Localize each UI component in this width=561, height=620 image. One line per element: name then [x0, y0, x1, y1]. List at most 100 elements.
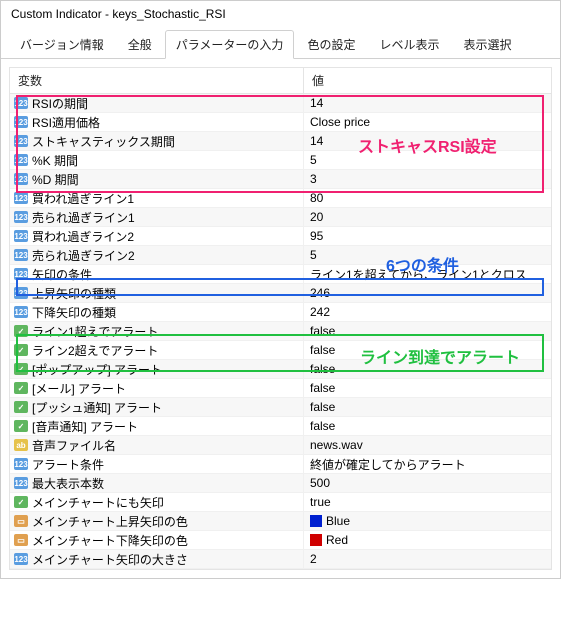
param-value-cell[interactable]: Blue	[304, 514, 551, 528]
param-value-cell[interactable]: Red	[304, 533, 551, 547]
param-name: 買われ過ぎライン2	[32, 228, 134, 245]
param-row[interactable]: ab 音声ファイル名 news.wav	[10, 436, 551, 455]
param-name: メインチャート下降矢印の色	[32, 532, 188, 549]
param-name: %K 期間	[32, 152, 78, 169]
param-value: Red	[326, 533, 348, 547]
param-row[interactable]: 123RSI適用価格Close price	[10, 113, 551, 132]
param-value: 2	[310, 552, 317, 566]
param-name: メインチャートにも矢印	[32, 494, 164, 511]
param-value-cell[interactable]: 20	[304, 210, 551, 224]
param-value-cell[interactable]: 80	[304, 191, 551, 205]
param-row[interactable]: 123 売られ過ぎライン1 20	[10, 208, 551, 227]
param-value-cell[interactable]: false	[304, 400, 551, 414]
param-row[interactable]: 123矢印の条件ライン1を超えてから、ライン1とクロス	[10, 265, 551, 284]
param-row[interactable]: 123売られ過ぎライン25	[10, 246, 551, 265]
param-value-cell[interactable]: news.wav	[304, 438, 551, 452]
string-icon: ab	[14, 439, 28, 451]
param-row[interactable]: 123上昇矢印の種類246	[10, 284, 551, 303]
param-name: 売られ過ぎライン1	[32, 209, 135, 226]
param-value-cell[interactable]: false	[304, 419, 551, 433]
param-row[interactable]: ✓[ポップアップ] アラートfalse	[10, 360, 551, 379]
tab-1[interactable]: 全般	[117, 30, 163, 59]
param-row[interactable]: 123RSIの期間14	[10, 94, 551, 113]
param-row[interactable]: ▭メインチャート下降矢印の色Red	[10, 531, 551, 550]
param-value: 14	[310, 134, 323, 148]
param-name: 最大表示本数	[32, 475, 104, 492]
param-name: 下降矢印の種類	[32, 304, 116, 321]
number-icon: 123	[14, 477, 28, 489]
param-value-cell[interactable]: Close price	[304, 115, 551, 129]
param-value-cell[interactable]: 500	[304, 476, 551, 490]
param-row[interactable]: 123ストキャスティックス期間14	[10, 132, 551, 151]
param-name: RSIの期間	[32, 95, 88, 112]
param-value-cell[interactable]: 終値が確定してからアラート	[304, 456, 551, 473]
param-row[interactable]: ✓[メール] アラートfalse	[10, 379, 551, 398]
parameter-grid: 変数 値 123RSIの期間14123RSI適用価格Close price123…	[9, 67, 552, 570]
param-value: 5	[310, 153, 317, 167]
param-value-cell[interactable]: 5	[304, 153, 551, 167]
param-row[interactable]: ✓メインチャートにも矢印true	[10, 493, 551, 512]
param-value-cell[interactable]: false	[304, 324, 551, 338]
bool-icon: ✓	[14, 382, 28, 394]
param-value-cell[interactable]: 3	[304, 172, 551, 186]
param-value-cell[interactable]: 242	[304, 305, 551, 319]
color-swatch	[310, 515, 322, 527]
param-value-cell[interactable]: false	[304, 381, 551, 395]
param-value: false	[310, 381, 335, 395]
param-row[interactable]: ✓ ライン1超えでアラート false	[10, 322, 551, 341]
param-value-cell[interactable]: 5	[304, 248, 551, 262]
param-name: [ポップアップ] アラート	[32, 361, 162, 378]
param-value: 246	[310, 286, 330, 300]
param-value-cell[interactable]: ライン1を超えてから、ライン1とクロス	[304, 266, 551, 283]
param-row[interactable]: 123下降矢印の種類242	[10, 303, 551, 322]
param-value: ライン1を超えてから、ライン1とクロス	[310, 266, 527, 283]
param-value: false	[310, 362, 335, 376]
param-row[interactable]: ▭メインチャート上昇矢印の色Blue	[10, 512, 551, 531]
param-value: news.wav	[310, 438, 363, 452]
param-name: 音声ファイル名	[32, 437, 116, 454]
param-value-cell[interactable]: 95	[304, 229, 551, 243]
param-row[interactable]: 123買われ過ぎライン180	[10, 189, 551, 208]
tab-2[interactable]: パラメーターの入力	[165, 30, 295, 59]
param-row[interactable]: 123 アラート条件 終値が確定してからアラート	[10, 455, 551, 474]
param-value-cell[interactable]: 2	[304, 552, 551, 566]
param-name: [音声通知] アラート	[32, 418, 138, 435]
param-value-cell[interactable]: false	[304, 343, 551, 357]
tab-3[interactable]: 色の設定	[296, 30, 366, 59]
param-row[interactable]: 123%K 期間5	[10, 151, 551, 170]
param-value-cell[interactable]: false	[304, 362, 551, 376]
param-name: 買われ過ぎライン1	[32, 190, 134, 207]
param-value: 14	[310, 96, 323, 110]
param-value-cell[interactable]: 14	[304, 96, 551, 110]
number-icon: 123	[14, 230, 28, 242]
param-value: false	[310, 400, 335, 414]
param-value-cell[interactable]: true	[304, 495, 551, 509]
param-name: 上昇矢印の種類	[32, 285, 116, 302]
param-row[interactable]: 123 買われ過ぎライン2 95	[10, 227, 551, 246]
number-icon: 123	[14, 211, 28, 223]
param-value: 20	[310, 210, 323, 224]
param-row[interactable]: ✓ [プッシュ通知] アラート false	[10, 398, 551, 417]
param-name: ライン1超えでアラート	[32, 323, 158, 340]
param-value-cell[interactable]: 246	[304, 286, 551, 300]
bool-icon: ✓	[14, 401, 28, 413]
param-row[interactable]: ✓ライン2超えでアラートfalse	[10, 341, 551, 360]
param-name: アラート条件	[32, 456, 104, 473]
bool-icon: ✓	[14, 325, 28, 337]
column-name-header[interactable]: 変数	[10, 68, 304, 93]
tab-bar: バージョン情報全般パラメーターの入力色の設定レベル表示表示選択	[1, 25, 560, 59]
tab-5[interactable]: 表示選択	[452, 30, 522, 59]
param-name: [プッシュ通知] アラート	[32, 399, 162, 416]
param-row[interactable]: 123 最大表示本数 500	[10, 474, 551, 493]
param-row[interactable]: 123%D 期間3	[10, 170, 551, 189]
number-icon: 123	[14, 135, 28, 147]
param-row[interactable]: ✓[音声通知] アラートfalse	[10, 417, 551, 436]
param-value: Blue	[326, 514, 350, 528]
tab-4[interactable]: レベル表示	[368, 30, 450, 59]
number-icon: 123	[14, 458, 28, 470]
param-value: 242	[310, 305, 330, 319]
param-value-cell[interactable]: 14	[304, 134, 551, 148]
tab-0[interactable]: バージョン情報	[9, 30, 115, 59]
param-row[interactable]: 123メインチャート矢印の大きさ2	[10, 550, 551, 569]
column-value-header[interactable]: 値	[304, 68, 551, 93]
